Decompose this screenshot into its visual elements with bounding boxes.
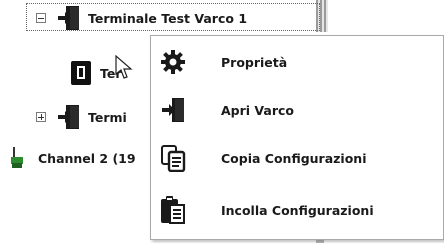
menu-item-proprieta[interactable]: Proprietà: [151, 38, 443, 86]
copy-icon: [160, 143, 186, 173]
menu-item-label: Copia Configurazioni: [221, 150, 367, 166]
menu-item-label: Incolla Configurazioni: [221, 202, 374, 218]
collapse-expander-icon[interactable]: [36, 13, 46, 23]
tree-item-child[interactable]: Ter: [70, 58, 122, 88]
menu-item-incolla-configurazioni[interactable]: Incolla Configurazioni: [151, 186, 443, 234]
tree-item-terminale[interactable]: Termi: [36, 102, 127, 132]
mouse-pointer-icon: [115, 54, 135, 81]
menu-item-label: Apri Varco: [221, 102, 295, 118]
paste-icon: [160, 195, 186, 225]
menu-item-apri-varco[interactable]: Apri Varco: [151, 86, 443, 134]
tree-item-label: Terminale Test Varco 1: [88, 10, 248, 26]
gear-icon: [160, 47, 186, 77]
door-enter-icon: [160, 95, 186, 125]
device-icon: [70, 60, 92, 86]
expand-expander-icon[interactable]: [36, 112, 46, 122]
tree-item-label: Channel 2 (19: [38, 150, 136, 166]
menu-item-label: Proprietà: [221, 54, 288, 70]
tree-item-terminale-test-varco-1[interactable]: Terminale Test Varco 1: [36, 3, 247, 33]
door-enter-icon: [56, 104, 82, 130]
tree-item-channel-2[interactable]: Channel 2 (19: [10, 143, 136, 173]
tree-item-label: Termi: [88, 109, 127, 125]
context-menu: Proprietà Apri Varco Copia Configurazion…: [150, 35, 444, 240]
menu-item-copia-configurazioni[interactable]: Copia Configurazioni: [151, 134, 443, 182]
channel-icon: [10, 145, 30, 171]
door-enter-icon: [56, 5, 82, 31]
